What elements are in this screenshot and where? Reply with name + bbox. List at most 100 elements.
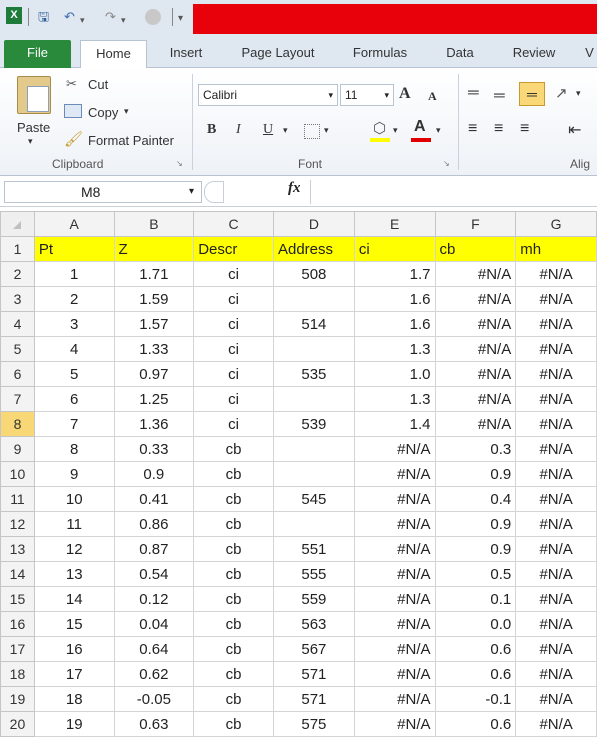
cell[interactable]: #N/A [434,311,517,337]
tab-data[interactable]: Data [432,40,488,68]
cell[interactable]: #N/A [515,636,597,662]
borders-icon[interactable] [304,124,320,139]
cell[interactable]: 1 [33,261,115,287]
cell[interactable] [272,386,355,412]
cell[interactable]: 13 [33,561,115,587]
cell[interactable]: #N/A [353,661,436,687]
redo-icon[interactable]: ↷ [105,9,116,25]
clipboard-launcher-icon[interactable]: ↘ [176,159,183,168]
cell[interactable]: 19 [33,711,115,737]
cell[interactable]: 3 [33,311,115,337]
row-header[interactable]: 20 [0,711,35,737]
cell[interactable]: cb [193,436,274,462]
cell[interactable]: 0.63 [113,711,195,737]
align-middle-icon[interactable]: ═ [494,87,505,104]
cell[interactable]: ci [193,261,274,287]
orientation-icon[interactable]: ↗ [555,84,568,102]
header-cell-address[interactable]: Address [272,236,355,262]
row-header[interactable]: 3 [0,286,35,312]
cell[interactable]: #N/A [353,436,436,462]
cell[interactable]: 0.86 [113,511,195,537]
format-painter-icon[interactable]: 🖌 [64,130,83,148]
cell[interactable]: 0.87 [113,536,195,562]
cut-button[interactable]: Cut [88,77,108,92]
font-launcher-icon[interactable]: ↘ [443,159,450,168]
cell[interactable]: #N/A [353,511,436,537]
cell[interactable]: cb [193,711,274,737]
cell[interactable]: ci [193,286,274,312]
tab-review[interactable]: Review [498,40,570,68]
cell[interactable]: 0.62 [113,661,195,687]
cell[interactable]: 571 [272,661,355,687]
cell[interactable]: 1.4 [353,411,436,437]
align-bottom-icon[interactable]: ═ [519,82,545,106]
header-cell-cb[interactable]: cb [434,236,517,262]
cell[interactable]: cb [193,661,274,687]
row-header[interactable]: 2 [0,261,35,287]
formula-input[interactable] [310,180,597,204]
cell[interactable]: #N/A [353,586,436,612]
row-header[interactable]: 15 [0,586,35,612]
row-header[interactable]: 8 [0,411,35,437]
cell[interactable]: 0.6 [434,661,517,687]
align-top-icon[interactable]: ═ [468,84,479,101]
cell[interactable]: cb [193,636,274,662]
cell[interactable]: cb [193,611,274,637]
row-header[interactable]: 11 [0,486,35,512]
cell[interactable]: 535 [272,361,355,387]
cell[interactable]: #N/A [515,661,597,687]
column-header-d[interactable]: D [272,211,355,237]
cell[interactable]: 1.0 [353,361,436,387]
underline-button[interactable]: U [263,122,273,138]
row-header[interactable]: 12 [0,511,35,537]
cell[interactable]: cb [193,586,274,612]
cell[interactable]: #N/A [515,261,597,287]
fill-color-icon[interactable]: ⬡ [373,119,386,137]
cell[interactable]: 6 [33,386,115,412]
cell[interactable]: #N/A [353,686,436,712]
fill-dropdown-icon[interactable]: ▾ [393,125,398,136]
circle-icon[interactable] [145,9,161,25]
cell[interactable]: 1.3 [353,336,436,362]
cell[interactable]: -0.05 [113,686,195,712]
cell[interactable]: #N/A [515,711,597,737]
bold-button[interactable]: B [207,122,216,138]
cell[interactable]: #N/A [353,561,436,587]
cell[interactable]: #N/A [515,336,597,362]
cell[interactable]: 0.04 [113,611,195,637]
cell[interactable] [272,436,355,462]
cell[interactable]: #N/A [515,561,597,587]
cell[interactable]: cb [193,686,274,712]
column-header-g[interactable]: G [515,211,597,237]
cell[interactable]: 4 [33,336,115,362]
cell[interactable]: 508 [272,261,355,287]
cell[interactable]: #N/A [515,411,597,437]
cell[interactable]: #N/A [434,361,517,387]
tab-view[interactable]: V [582,40,597,68]
cell[interactable]: #N/A [515,386,597,412]
cell[interactable]: #N/A [434,411,517,437]
cell[interactable]: 1.3 [353,386,436,412]
paste-dropdown-icon[interactable]: ▾ [28,136,33,147]
cell[interactable]: #N/A [434,386,517,412]
cell[interactable]: #N/A [515,311,597,337]
excel-icon[interactable]: X [6,7,22,24]
cell[interactable]: #N/A [353,461,436,487]
cell[interactable]: 8 [33,436,115,462]
align-center-icon[interactable]: ≡ [494,120,503,138]
orientation-dropdown-icon[interactable]: ▾ [576,88,581,99]
cell[interactable]: 1.59 [113,286,195,312]
tab-home[interactable]: Home [80,40,147,69]
cell[interactable] [272,511,355,537]
cell[interactable]: 0.33 [113,436,195,462]
cell[interactable]: 1.33 [113,336,195,362]
redo-dropdown-icon[interactable]: ▾ [121,12,126,28]
cell[interactable]: 0.64 [113,636,195,662]
cell[interactable] [272,336,355,362]
cell[interactable]: 9 [33,461,115,487]
tab-formulas[interactable]: Formulas [338,40,422,68]
cell[interactable]: 575 [272,711,355,737]
paste-icon[interactable] [17,76,51,114]
cell[interactable]: 7 [33,411,115,437]
cell[interactable]: 5 [33,361,115,387]
